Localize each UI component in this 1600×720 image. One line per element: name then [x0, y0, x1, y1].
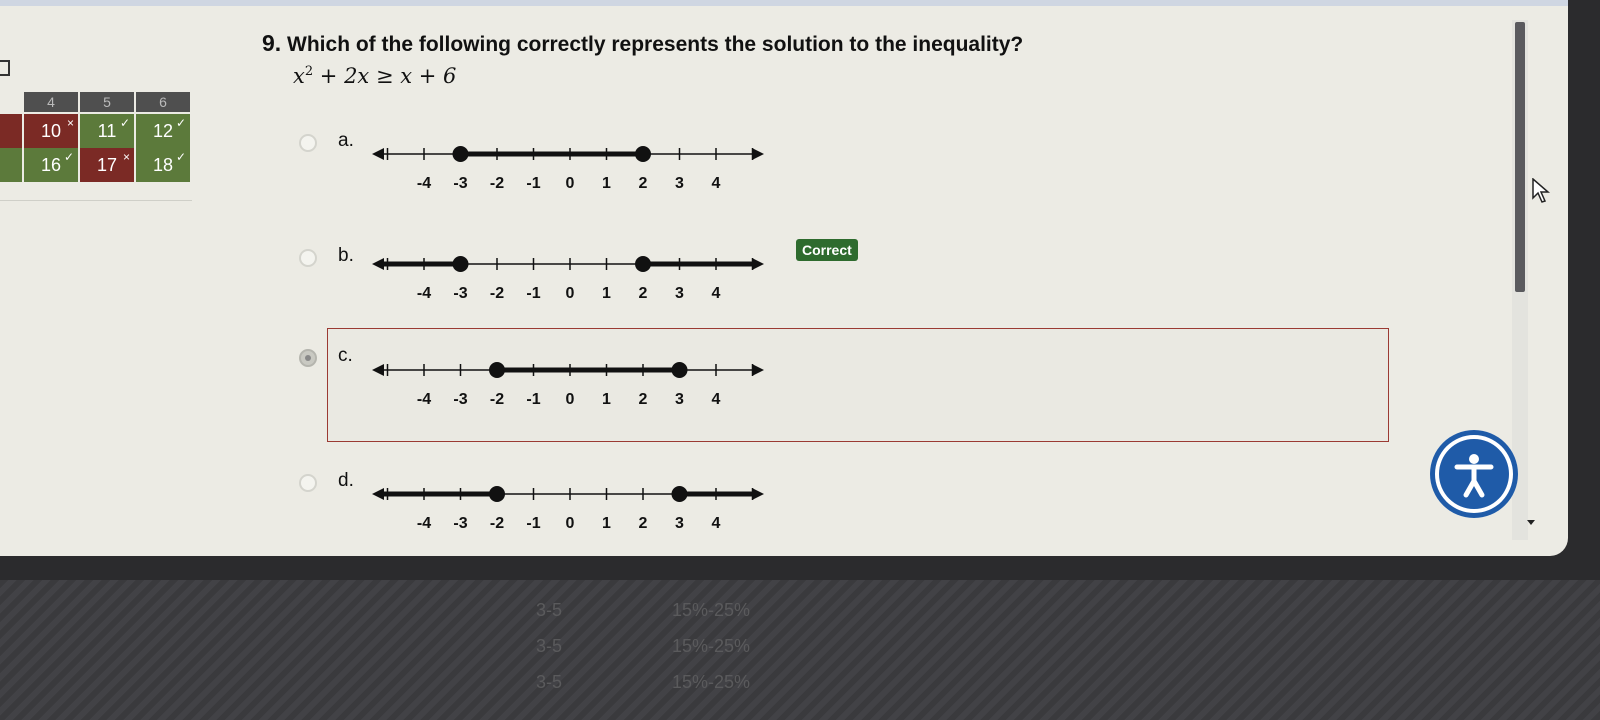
tick-label: 0 [566, 515, 575, 532]
tick-label: 4 [712, 515, 721, 532]
tick-label: 1 [602, 285, 611, 302]
option-d-number-line: -4 -3 -2 -1 0 1 2 3 4 [0, 482, 800, 537]
tick-label: 4 [712, 285, 721, 302]
tick-label: 0 [566, 285, 575, 302]
accessibility-icon [1439, 439, 1509, 509]
background-text: 15%-25% [672, 636, 751, 656]
background-text: 3-5 [536, 600, 563, 620]
tick-label: 4 [712, 391, 721, 408]
equation-lhs: x [293, 64, 305, 88]
background-text: 15%-25% [672, 672, 751, 692]
equation-exponent: 2 [304, 64, 314, 79]
tick-label: 0 [566, 391, 575, 408]
tick-label: 2 [639, 515, 648, 532]
tick-label: -4 [417, 391, 431, 408]
tick-label: 3 [675, 391, 684, 408]
grid-stub [0, 88, 22, 114]
tick-label: -2 [490, 391, 504, 408]
closed-dot [635, 256, 651, 272]
tick-label: 2 [639, 175, 648, 192]
mouse-cursor-icon [1532, 178, 1551, 203]
question-number: 9. [262, 30, 282, 56]
tick-label: -3 [453, 515, 467, 532]
tick-label: -4 [417, 285, 431, 302]
question-text: Which of the following correctly represe… [287, 33, 1024, 56]
closed-dot [452, 256, 469, 272]
scroll-down-icon[interactable] [1527, 520, 1535, 525]
tick-label: -1 [526, 391, 540, 408]
background-text: 15%-25% [672, 600, 751, 620]
top-bar [0, 0, 1568, 6]
tick-label: -1 [526, 285, 540, 302]
background-text: 3-5 [536, 672, 563, 692]
question-cell-label: 10 [40, 120, 62, 141]
tick-label: -4 [417, 515, 431, 532]
closed-dot [671, 362, 688, 378]
tick-label: -3 [453, 391, 467, 408]
scrollbar-thumb[interactable] [1515, 22, 1525, 292]
check-mark-icon: ✓ [119, 116, 130, 130]
option-a-number-line: -4 -3 -2 -1 0 1 2 3 4 [0, 142, 800, 197]
wrong-mark-icon: × [66, 116, 74, 130]
closed-dot [489, 486, 505, 502]
left-arrow-icon [372, 148, 384, 160]
inequality-equation: x2 + 2x ≥ x + 6 [293, 64, 456, 88]
correct-badge: Correct [796, 239, 858, 261]
question-title: 9. Which of the following correctly repr… [262, 30, 1023, 57]
equation-rest: + 2x ≥ x + 6 [313, 64, 457, 88]
tick-label: 1 [602, 391, 611, 408]
option-b-number-line: -4 -3 -2 -1 0 1 2 3 4 [0, 252, 800, 307]
option-c-number-line: -4 -3 -2 -1 0 1 2 3 4 [0, 358, 800, 413]
tick-label: -3 [453, 285, 467, 302]
closed-dot [671, 486, 688, 502]
closed-dot [489, 362, 505, 378]
tick-label: -3 [453, 175, 467, 192]
tick-label: 2 [639, 391, 648, 408]
accessibility-button[interactable] [1430, 430, 1518, 518]
quiz-screen: 9. Which of the following correctly repr… [0, 0, 1568, 556]
left-arrow-icon [372, 364, 384, 376]
tick-label: -2 [490, 175, 504, 192]
question-cell-label: 11 [97, 120, 117, 141]
tick-label: 4 [712, 175, 721, 192]
tick-label: 3 [675, 285, 684, 302]
tick-label: -4 [417, 175, 431, 192]
closed-dot [452, 146, 469, 162]
grid-header-cell[interactable]: 5 [80, 92, 134, 112]
tick-label: 1 [602, 515, 611, 532]
question-cell-label: 12 [152, 120, 174, 141]
background-desk: 3-5 3-5 3-5 15%-25% 15%-25% 15%-25% [0, 580, 1600, 720]
right-arrow-icon [752, 364, 764, 376]
right-arrow-icon [752, 148, 764, 160]
closed-dot [635, 146, 651, 162]
grid-header-cell[interactable]: 4 [24, 92, 78, 112]
grid-header-row: 456 [0, 88, 192, 114]
background-text: 3-5 [536, 636, 563, 656]
tick-label: -2 [490, 285, 504, 302]
collapse-tab-icon[interactable] [0, 60, 10, 76]
tick-label: -1 [526, 515, 540, 532]
tick-label: 3 [675, 175, 684, 192]
tick-label: 0 [566, 175, 575, 192]
grid-divider [0, 200, 192, 201]
tick-label: 3 [675, 515, 684, 532]
tick-label: -2 [490, 515, 504, 532]
check-mark-icon: ✓ [175, 116, 186, 130]
grid-header-cell[interactable]: 6 [136, 92, 190, 112]
tick-label: 2 [639, 285, 648, 302]
tick-label: -1 [526, 175, 540, 192]
tick-label: 1 [602, 175, 611, 192]
